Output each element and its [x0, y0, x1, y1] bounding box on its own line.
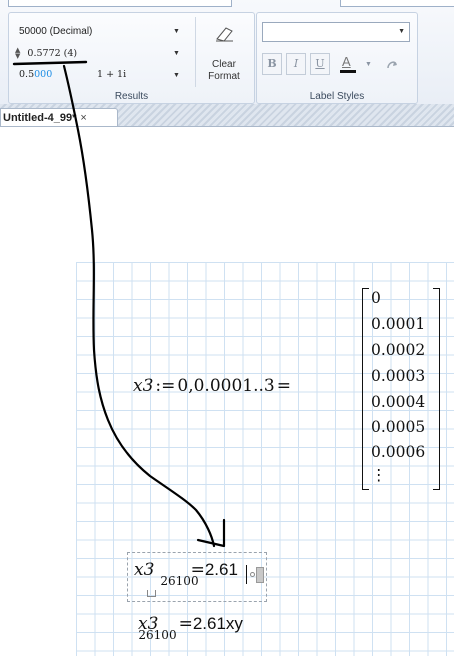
evaluation-2[interactable]: x326100=2.61xy [138, 614, 243, 642]
matrix-cell: 0.0004 [371, 393, 426, 411]
range-expression: 0,0.0001..3 [177, 376, 275, 396]
evaluation-1[interactable]: x326100=2.61 [134, 560, 238, 588]
clear-style-icon[interactable] [384, 56, 400, 72]
chevron-down-icon[interactable]: ▼ [173, 50, 180, 57]
range-variable: x3 [133, 376, 154, 396]
chevron-down-icon[interactable]: ▼ [173, 28, 180, 35]
eval-subscript: 26100 [138, 628, 177, 642]
chevron-down-icon[interactable]: ▼ [365, 61, 372, 68]
units-placeholder[interactable] [256, 567, 264, 583]
eval-variable: x3 [134, 560, 155, 580]
units-placeholder-dot [250, 572, 255, 577]
font-color-button[interactable]: A [338, 53, 360, 75]
matrix-cell: 0.0006 [371, 443, 426, 461]
spinner-arrows-icon[interactable]: ▲ ▼ [15, 47, 20, 60]
clear-format-button[interactable]: Clear Format [197, 17, 251, 85]
text-cursor [246, 565, 247, 584]
evaluate-operator: = [178, 614, 193, 634]
eval-result: 2.61xy [192, 614, 243, 633]
range-definition[interactable]: x3:= 0,0.0001..3 = [133, 376, 291, 396]
matrix-cell: 0.0005 [371, 418, 426, 436]
result-matrix[interactable]: 0 0.0001 0.0002 0.0003 0.0004 0.0005 0.0… [362, 288, 440, 490]
underline-button[interactable]: U [310, 53, 330, 75]
eraser-icon [216, 27, 233, 42]
ribbon: 50000 (Decimal) ▼ ▲ ▼ 0.5772 (4) ▼ 0.5000… [0, 0, 454, 105]
number-format-value: 50000 (Decimal) [19, 26, 93, 37]
document-tab-title: Untitled-4_99* [3, 112, 77, 124]
precision-value: 0.5772 (4) [27, 47, 78, 59]
precision-spinner[interactable]: ▲ ▼ 0.5772 (4) [15, 47, 78, 60]
matrix-left-bracket [362, 288, 369, 490]
matrix-cell: 0 [371, 289, 381, 307]
ribbon-tab-edge-right [340, 0, 454, 7]
trailing-zeros-field[interactable]: 0.5000 [19, 69, 52, 80]
document-tab[interactable]: Untitled-4_99* × [0, 108, 118, 126]
evaluate-operator: = [276, 376, 291, 396]
complex-format-dropdown[interactable]: 1 + 1i [97, 69, 126, 80]
label-styles-group-label: Label Styles [309, 91, 365, 102]
matrix-cell: 0.0001 [371, 315, 426, 333]
label-style-dropdown[interactable]: ▼ [262, 22, 410, 42]
results-group-label: Results [114, 91, 149, 102]
clear-format-label: Clear Format [208, 59, 240, 82]
font-color-swatch [340, 70, 356, 73]
define-operator: := [155, 376, 176, 396]
number-format-dropdown[interactable]: 50000 (Decimal) [19, 26, 92, 37]
matrix-cell: 0.0003 [371, 367, 426, 385]
italic-button[interactable]: I [286, 53, 306, 75]
eval-subscript: 26100 [160, 574, 199, 588]
trailing-zeros-prefix: 0.5 [19, 69, 35, 80]
matrix-right-bracket [433, 288, 440, 490]
matrix-cell: ⋮ [371, 466, 387, 484]
group-separator [195, 17, 196, 87]
chevron-down-icon[interactable]: ▼ [173, 72, 180, 79]
font-color-letter: A [342, 54, 351, 69]
bold-button[interactable]: B [262, 53, 282, 75]
close-icon[interactable]: × [80, 112, 86, 124]
subscript-placeholder[interactable] [147, 590, 156, 597]
trailing-zeros-suffix: 000 [34, 69, 53, 80]
matrix-cell: 0.0002 [371, 341, 426, 359]
complex-format-value: 1 + 1i [97, 69, 127, 80]
results-group: 50000 (Decimal) ▼ ▲ ▼ 0.5772 (4) ▼ 0.5000… [8, 12, 255, 104]
chevron-down-icon[interactable]: ▼ [398, 28, 405, 35]
eval-result: 2.61 [204, 560, 238, 579]
ribbon-tab-edge-left [8, 0, 232, 7]
